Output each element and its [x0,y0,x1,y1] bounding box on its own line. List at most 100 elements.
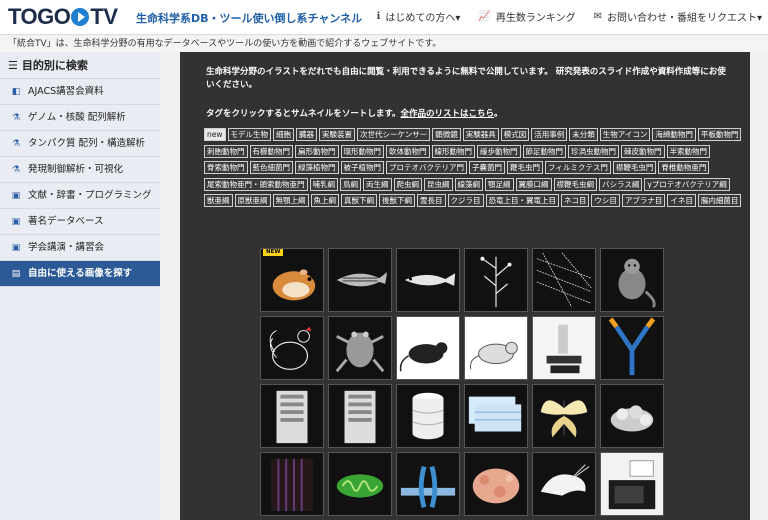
tag-button[interactable]: 顕微鏡 [432,128,461,141]
thumbnail-fungus[interactable] [532,248,596,312]
tag-button[interactable]: 緑藻植物門 [295,161,339,174]
full-list-link[interactable]: 全作品のリストはこちら [400,109,494,119]
tag-button[interactable]: プロテオバクテリア門 [386,161,467,174]
tag-button[interactable]: γプロテオバクテリア綱 [644,177,730,191]
thumbnail-chicken[interactable] [260,316,324,380]
tag-button[interactable]: 活用事例 [531,128,568,141]
tag-button[interactable]: 藍色細菌門 [249,161,293,174]
tag-button[interactable]: 平板動物門 [697,128,742,141]
tag-button[interactable]: イネ目 [667,194,696,207]
sidebar-item-images[interactable]: ▤ 自由に使える画像を探す [0,261,160,287]
tag-button[interactable]: 両生綱 [363,177,392,191]
tag-button[interactable]: 線藻綱 [454,177,483,191]
tag-button[interactable]: 真獣下綱 [341,194,377,207]
tag-button[interactable]: 鞭毛虫門 [507,161,543,174]
thumbnail-sequencer[interactable] [260,452,324,516]
thumbnail-protein[interactable] [600,384,664,448]
sidebar-item-lectures[interactable]: ▣ 学会講演・講習会 [0,235,160,261]
thumbnail-antibody[interactable] [600,316,664,380]
sidebar-item-label: 文献・辞書・プログラミング [28,189,152,201]
thumbnail-organ[interactable] [464,452,528,516]
tag-button[interactable]: 顎足綱 [485,177,514,191]
tag-button[interactable]: 昆虫綱 [424,177,453,191]
tag-button[interactable]: 模式図 [500,128,530,141]
tag-button[interactable]: 刺胞動物門 [204,144,248,158]
tag-button[interactable]: 襟鞭毛虫門 [612,161,657,174]
tag-button[interactable]: 実験器具 [462,128,499,141]
tag-button[interactable]: 海綿動物門 [652,128,696,141]
tag-button[interactable]: ネコ目 [561,194,590,207]
tag-button[interactable]: 細胞 [273,128,295,141]
thumbnail-mouse[interactable] [464,316,528,380]
tag-button[interactable]: 無顎上綱 [272,194,309,207]
thumbnail-rat[interactable] [396,316,460,380]
tag-button[interactable]: 臓器 [296,128,318,141]
tag-button[interactable]: 恐竜上目・翼竜上目 [485,194,559,207]
tag-button[interactable]: 魚上綱 [310,194,339,207]
thumbnail-storage[interactable] [396,384,460,448]
tag-button[interactable]: 有櫛動物門 [249,144,293,158]
tag-button[interactable]: バシラス綱 [599,177,643,191]
tag-button[interactable]: 爬虫綱 [393,177,422,191]
thumbnail-mitochondria[interactable] [328,452,392,516]
tag-button[interactable]: 脊椎動物亜門 [658,161,710,174]
tag-button[interactable]: フィルミクテス門 [545,161,611,174]
thumbnail-server[interactable] [328,384,392,448]
nav-first-time[interactable]: ℹ はじめての方へ▾ [377,9,461,24]
tag-button[interactable]: 生物アイコン [599,128,651,141]
tag-button[interactable]: 次世代シーケンサー [357,128,431,141]
sidebar-item-databases[interactable]: ▣ 著名データベース [0,209,160,235]
thumbnail-shrimp[interactable] [532,452,596,516]
thumbnail-table[interactable] [464,384,528,448]
tag-button[interactable]: 実験装置 [319,128,356,141]
tag-button[interactable]: 後獣下綱 [379,194,415,207]
thumbnail-microscope[interactable] [532,316,596,380]
tag-button[interactable]: モデル生物 [227,128,272,141]
tag-button[interactable]: ウシ目 [591,194,620,207]
thumbnail-zebrafish[interactable] [328,248,392,312]
sidebar-item-ajacs[interactable]: ◧ AJACS講習会資料 [0,79,160,105]
tag-button[interactable]: 翼膜口綱 [515,177,552,191]
thumbnail-receptor[interactable] [396,452,460,516]
thumbnail-frog[interactable] [328,316,392,380]
tag-button[interactable]: アブラナ目 [621,194,666,207]
tag-button[interactable]: 未分類 [569,128,598,141]
tag-button[interactable]: 扁形動物門 [295,144,339,158]
sidebar-item-expression[interactable]: ⚗ 発現制御解析・可視化 [0,157,160,183]
tag-button[interactable]: new [204,128,226,141]
tag-button[interactable]: 珍渦虫動物門 [568,144,619,158]
tag-button[interactable]: 鳥綱 [340,177,361,191]
tag-button[interactable]: 棘皮動物門 [621,144,665,158]
tag-button[interactable]: 尾索動物亜門・頭索動物亜門 [204,177,308,191]
tag-button[interactable]: 子嚢菌門 [469,161,505,174]
sidebar-item-protein[interactable]: ⚗ タンパク質 配列・構造解析 [0,131,160,157]
tag-button[interactable]: 緩歩動物門 [477,144,521,158]
tag-button[interactable]: 腸内細菌目 [697,194,742,207]
tag-button[interactable]: 半索動物門 [666,144,710,158]
thumbnail-server[interactable] [260,384,324,448]
thumbnail-butterfly[interactable] [532,384,596,448]
tag-button[interactable]: 軟体動物門 [386,144,430,158]
tag-button[interactable]: 獣亜綱 [204,194,233,207]
nav-ranking[interactable]: 📈 再生数ランキング [478,9,575,24]
tag-button[interactable]: 線形動物門 [431,144,475,158]
thumbnail-marmoset[interactable] [600,248,664,312]
tag-button[interactable]: 節足動物門 [522,144,566,158]
nav-contact[interactable]: ✉ お問い合わせ・番組をリクエスト▾ [594,9,762,24]
thumbnail-arabidopsis[interactable] [464,248,528,312]
tag-button[interactable]: 哺乳綱 [309,177,338,191]
tag-button[interactable]: 被子植物門 [340,161,384,174]
sidebar-item-genome[interactable]: ⚗ ゲノム・核酸 配列解析 [0,105,160,131]
tag-button[interactable]: 襟鞭毛虫綱 [553,177,597,191]
tag-button[interactable]: 原獣亜綱 [234,194,271,207]
thumbnail-medaka[interactable] [396,248,460,312]
tag-button[interactable]: 環形動物門 [340,144,384,158]
thumbnail-hamster[interactable]: NEW [260,248,324,312]
tag-button[interactable]: 霊長目 [417,194,446,207]
new-badge: NEW [263,249,284,256]
thumbnail-instrument[interactable] [600,452,664,516]
tag-button[interactable]: 脊索動物門 [204,161,248,174]
tag-button[interactable]: クジラ目 [447,194,484,207]
sidebar-item-literature[interactable]: ▣ 文献・辞書・プログラミング [0,183,160,209]
site-logo[interactable]: TOGO TV [8,4,118,29]
